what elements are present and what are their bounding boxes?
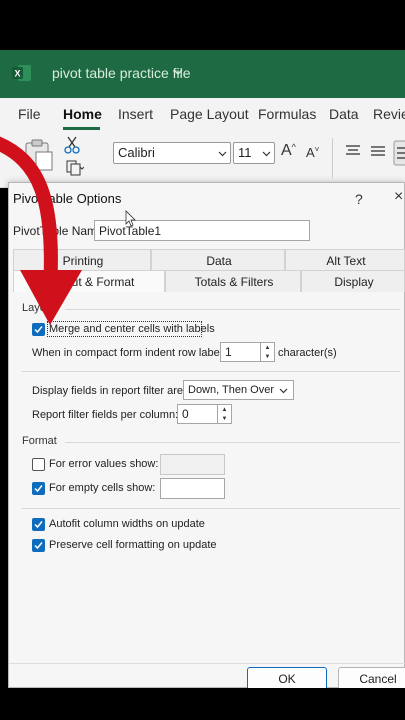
tab-review[interactable]: Review: [373, 106, 405, 122]
letterbox-top: [0, 0, 405, 50]
grow-font-glyph: A: [281, 142, 292, 159]
empty-cells-checkbox[interactable]: [32, 482, 45, 495]
layout-group-label: Layout: [22, 302, 56, 314]
checkmark-icon: [34, 326, 43, 334]
merge-center-checkbox[interactable]: [32, 323, 45, 336]
pivottable-name-label: PivotTable Name:: [13, 224, 108, 238]
tab-page-layout[interactable]: Page Layout: [170, 106, 249, 122]
font-size-dropdown[interactable]: 11: [233, 142, 275, 164]
format-divider: [22, 508, 400, 509]
format-group-label: Format: [22, 435, 57, 447]
copy-icon[interactable]: [66, 160, 84, 176]
tab-display-label: Display: [334, 275, 374, 289]
font-name-dropdown[interactable]: Calibri: [113, 142, 231, 164]
empty-cells-label: For empty cells show:: [49, 482, 156, 494]
checkmark-icon: [34, 542, 43, 550]
chevron-down-icon[interactable]: [173, 68, 183, 76]
error-values-label: For error values show:: [49, 458, 159, 470]
spin-up-icon[interactable]: ▲: [218, 405, 231, 414]
merge-center-label: Merge and center cells with labels: [49, 323, 215, 335]
letterbox-bottom: [0, 688, 405, 720]
dialog-tabs-row-2: Layout & Format Totals & Filters Display: [13, 270, 405, 292]
fields-spin-buttons: ▲ ▼: [217, 405, 231, 423]
fields-per-column-value: 0: [182, 407, 189, 421]
autofit-checkbox[interactable]: [32, 518, 45, 531]
shrink-font-glyph: A: [306, 145, 315, 160]
tab-formulas[interactable]: Formulas: [258, 106, 316, 122]
indent-label: When in compact form indent row labels:: [32, 347, 231, 359]
pivottable-options-dialog: PivotTable Options ? × PivotTable Name: …: [8, 182, 405, 691]
format-group-divider: [65, 442, 400, 443]
excel-title-bar: X pivot table practice file: [0, 50, 405, 98]
display-fields-select[interactable]: Down, Then Over: [183, 380, 294, 400]
dialog-title: PivotTable Options: [13, 191, 122, 206]
excel-logo-icon: X: [12, 65, 31, 81]
svg-text:X: X: [14, 69, 20, 79]
tab-insert[interactable]: Insert: [118, 106, 153, 122]
error-values-input[interactable]: [160, 454, 225, 475]
layout-group-divider: [65, 309, 400, 310]
tab-data-label: Data: [206, 254, 232, 268]
indent-unit-label: character(s): [278, 347, 337, 359]
layout-divider: [22, 371, 400, 372]
align-bottom-icon[interactable]: [393, 140, 405, 166]
font-name-value: Calibri: [118, 145, 155, 160]
font-size-value: 11: [238, 145, 252, 160]
spin-down-icon[interactable]: ▼: [218, 414, 231, 423]
ribbon-separator: [332, 138, 333, 178]
display-fields-value: Down, Then Over: [188, 384, 275, 396]
chevron-down-icon: [262, 151, 271, 157]
tab-file[interactable]: File: [18, 106, 41, 122]
tab-data[interactable]: Data: [329, 106, 359, 122]
chevron-down-icon: [279, 388, 288, 394]
indent-spinner[interactable]: 1 ▲ ▼: [220, 342, 275, 362]
active-tab-indicator: [63, 127, 100, 130]
indent-spin-buttons: ▲ ▼: [260, 343, 274, 361]
layout-format-panel: Layout Merge and center cells with label…: [15, 296, 405, 556]
tab-printing-label: Printing: [62, 254, 104, 268]
tab-layout-format-label: Layout & Format: [45, 275, 135, 289]
checkmark-icon: [34, 485, 43, 493]
fields-per-column-label: Report filter fields per column:: [32, 409, 179, 421]
tab-data[interactable]: Data: [151, 249, 285, 271]
chevron-down-icon: [218, 151, 227, 157]
align-middle-icon[interactable]: [370, 144, 386, 158]
tab-layout-format[interactable]: Layout & Format: [13, 270, 165, 292]
ribbon-body: Calibri 11 A^ A˅: [0, 132, 405, 188]
tab-alt-text-label: Alt Text: [326, 254, 366, 268]
align-top-icon[interactable]: [345, 144, 361, 158]
paste-icon[interactable]: [24, 138, 54, 172]
indent-value: 1: [225, 345, 232, 359]
error-values-checkbox[interactable]: [32, 458, 45, 471]
decrease-font-size-button[interactable]: A˅: [306, 145, 319, 160]
ribbon-tabs: File Home Insert Page Layout Formulas Da…: [0, 98, 405, 132]
tab-home[interactable]: Home: [63, 106, 102, 122]
checkmark-icon: [34, 521, 43, 529]
preserve-formatting-checkbox[interactable]: [32, 539, 45, 552]
fields-per-column-spinner[interactable]: 0 ▲ ▼: [177, 404, 232, 424]
empty-cells-input[interactable]: [160, 478, 225, 499]
display-fields-label: Display fields in report filter area:: [32, 385, 193, 397]
spin-up-icon[interactable]: ▲: [261, 343, 274, 352]
help-button[interactable]: ?: [355, 191, 363, 207]
dialog-tabs-row-1: Printing Data Alt Text: [13, 249, 405, 271]
preserve-formatting-label: Preserve cell formatting on update: [49, 539, 217, 551]
footer-divider: [9, 663, 405, 664]
tab-totals-filters-label: Totals & Filters: [194, 275, 274, 289]
tab-alt-text[interactable]: Alt Text: [285, 249, 405, 271]
spin-down-icon[interactable]: ▼: [261, 352, 274, 361]
tab-display[interactable]: Display: [301, 270, 405, 292]
increase-font-size-button[interactable]: A^: [281, 142, 296, 160]
close-button[interactable]: ×: [394, 188, 403, 206]
up-caret-icon: ^: [291, 142, 296, 152]
cut-icon[interactable]: [64, 136, 80, 154]
tab-printing[interactable]: Printing: [13, 249, 151, 271]
autofit-label: Autofit column widths on update: [49, 518, 205, 530]
mouse-cursor-icon: [125, 210, 136, 227]
down-caret-icon: ˅: [314, 145, 320, 154]
file-title[interactable]: pivot table practice file: [52, 65, 191, 81]
tab-totals-filters[interactable]: Totals & Filters: [165, 270, 301, 292]
